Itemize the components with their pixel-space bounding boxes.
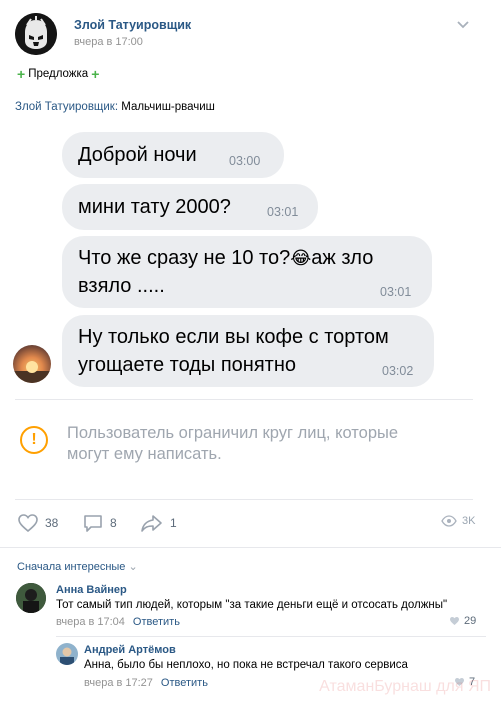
plus-icon: + [17,66,26,82]
reply-button[interactable]: Ответить [161,677,208,689]
message-time: 03:01 [267,205,299,219]
plus-icon: + [91,66,100,82]
comment-like-button[interactable]: 29 [449,615,476,627]
commenter-avatar[interactable] [56,643,78,665]
message-time: 03:01 [380,285,412,299]
restriction-line: Пользователь ограничил круг лиц, которые [67,424,399,442]
comment-meta: вчера в 17:04 Ответить [56,616,180,628]
message-bubble: Ну только если вы кофе с тортом угощаете… [62,315,434,387]
message-time: 03:02 [382,364,414,378]
like-icon [450,617,459,625]
divider [15,399,473,400]
comment-count: 8 [110,516,117,530]
suggest-tag[interactable]: + Предложка + [17,66,99,82]
sender-avatar [13,345,51,383]
commenter-avatar[interactable] [16,583,46,613]
divider [0,547,501,548]
post-author[interactable]: Злой Татуировщик [74,18,191,32]
views-counter: 3K [441,515,475,527]
comment-text: Анна, было бы неплохо, но пока не встреч… [84,659,408,671]
message-text: Что же сразу не 10 то?😂аж зло [78,245,373,272]
reply-button[interactable]: Ответить [133,616,180,628]
like-count: 38 [45,516,59,530]
commenter-name[interactable]: Андрей Артёмов [84,644,176,656]
share-count: 1 [170,516,177,530]
group-avatar[interactable] [15,13,57,55]
share-button[interactable]: 1 [140,513,177,533]
restriction-notice: Пользователь ограничил круг лиц, которые… [67,423,467,465]
message-text: угощаете тоды понятно [78,354,297,376]
post-time[interactable]: вчера в 17:00 [74,36,143,48]
post-caption: Злой Татуировщик: Мальчиш-рвачиш [15,101,215,113]
message-text-part: Что же сразу не 10 то? [78,247,291,269]
message-text: мини тату 2000? [78,196,231,218]
message-time: 03:00 [229,154,261,168]
comment-button[interactable]: 8 [82,513,117,533]
warning-icon: ! [20,426,48,454]
comment-like-count: 29 [464,615,477,627]
restriction-line: могут ему написать. [67,445,222,463]
more-chevron-icon[interactable] [455,18,471,30]
message-text: взяло ..... [78,275,165,297]
views-icon [441,515,457,527]
caption-author[interactable]: Злой Татуировщик: [15,101,118,113]
message-text-part: аж зло [311,247,374,269]
divider [56,636,486,637]
comment-text: Тот самый тип людей, которым "за такие д… [56,599,448,611]
message-bubble: мини тату 2000? 03:01 [62,184,318,230]
comment-icon [84,515,102,532]
watermark: АтаманБурнаш для ЯП [319,678,491,695]
message-text: Доброй ночи [78,144,197,166]
share-icon [141,515,162,532]
suggest-label: Предложка [28,68,89,80]
comment-time[interactable]: вчера в 17:27 [84,677,153,689]
laughing-emoji-icon: 😂 [290,248,312,268]
comments-sort-dropdown[interactable]: Сначала интересные ⌄ [17,560,138,573]
sort-label: Сначала интересные [17,561,126,573]
like-button[interactable]: 38 [17,513,58,533]
views-count: 3K [462,515,476,527]
comment-time[interactable]: вчера в 17:04 [56,616,125,628]
like-icon [18,514,38,533]
message-text: Ну только если вы кофе с тортом [78,326,389,348]
message-bubble: Доброй ночи 03:00 [62,132,284,178]
message-bubble: Что же сразу не 10 то?😂аж зло взяло ....… [62,236,432,308]
divider [15,499,473,500]
chevron-down-icon: ⌄ [128,561,138,573]
caption-text: Мальчиш-рвачиш [118,101,215,113]
comment-meta: вчера в 17:27 Ответить [84,677,208,689]
commenter-name[interactable]: Анна Вайнер [56,584,127,596]
